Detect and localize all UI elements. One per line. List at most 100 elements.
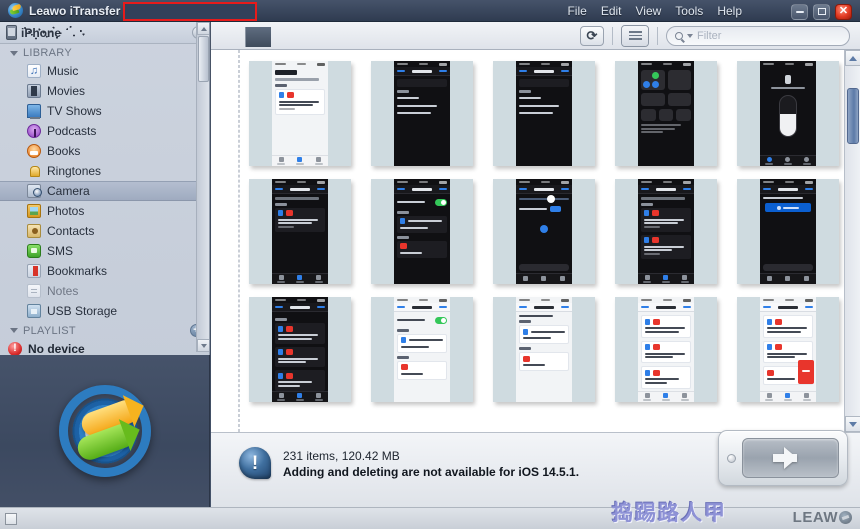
chevron-down-icon[interactable] [687,34,693,38]
content-scroll-thumb[interactable] [847,88,859,144]
sidebar-scroll-thumb[interactable] [198,36,209,82]
content-area [211,50,860,432]
sidebar-item-label: Photos [47,204,84,218]
iphone-icon [6,25,17,40]
view-mode-toggle [621,25,649,47]
refresh-button[interactable]: ⟳ [580,26,604,46]
error-icon: ! [8,342,22,356]
device-row[interactable]: iPhone [0,22,209,44]
thumbnail-item[interactable] [249,179,351,284]
transfer-button-screen [742,438,839,478]
sidebar-item-usb-storage[interactable]: USB Storage [0,301,209,321]
content-scrollbar[interactable] [844,50,860,432]
redaction-box [123,2,257,21]
scroll-down-icon[interactable] [845,416,860,432]
menu-item-view[interactable]: View [636,4,662,18]
sidebar-item-label: TV Shows [47,104,102,118]
sidebar-item-label: Contacts [47,224,94,238]
sidebar-item-label: Notes [47,284,78,298]
sidebar-item-photos[interactable]: Photos [0,201,209,221]
thumbnail-item[interactable] [371,179,473,284]
sidebar-item-label: Podcasts [47,124,96,138]
sidebar-item-podcasts[interactable]: Podcasts [0,121,209,141]
app-window: Leawo iTransfer File Edit View Tools Hel… [0,0,860,529]
sidebar-item-sms[interactable]: SMS [0,241,209,261]
leawo-brand-text: LEAW [793,509,838,526]
thumbnail-item[interactable] [249,297,351,402]
list-view-icon [629,29,642,42]
sidebar-item-label: Books [47,144,80,158]
sidebar-item-notes[interactable]: Notes [0,281,209,301]
sidebar-item-label: Movies [47,84,85,98]
app-title: Leawo iTransfer [29,4,120,18]
thumbnail-item[interactable] [615,297,717,402]
playlist-section-header[interactable]: PLAYLIST + [0,321,209,339]
info-icon: ! [239,447,271,479]
thumbnail-item[interactable] [371,61,473,166]
thumbnail-item[interactable] [615,179,717,284]
app-logo-icon [8,3,23,18]
library-section-header[interactable]: LIBRARY [0,44,209,61]
books-icon [27,144,41,158]
bottom-strip: 捣踢路人甲 LEAW [0,507,860,529]
sidebar-item-tv-shows[interactable]: TV Shows [0,101,209,121]
thumbnail-item[interactable] [737,297,839,402]
scroll-up-icon[interactable] [197,22,210,35]
thumbnail-item[interactable] [249,61,351,166]
sidebar-item-label: Bookmarks [47,264,107,278]
sidebar-item-label: USB Storage [47,304,117,318]
delete-action-icon [798,360,814,384]
thumbnail-item[interactable] [737,61,839,166]
library-header-label: LIBRARY [23,47,203,59]
toolbar: ⟳ Filter [211,22,860,50]
search-icon [675,32,683,40]
search-box[interactable]: Filter [666,26,850,46]
transfer-button[interactable] [718,430,848,486]
sidebar-item-contacts[interactable]: Contacts [0,221,209,241]
maximize-button[interactable] [813,4,830,20]
sidebar-scrollbar[interactable] [196,22,209,352]
podcast-icon [27,124,41,138]
thumbnail-item[interactable] [493,61,595,166]
sidebar-item-movies[interactable]: Movies [0,81,209,101]
menu-item-edit[interactable]: Edit [601,4,622,18]
photos-icon [27,204,41,218]
sidebar-item-ringtones[interactable]: Ringtones [0,161,209,181]
scroll-down-icon[interactable] [197,339,210,352]
brand-panel [0,355,210,507]
resize-grip-icon[interactable] [5,513,17,525]
sidebar-item-books[interactable]: Books [0,141,209,161]
sms-icon [27,244,41,258]
status-message: ! 231 items, 120.42 MB Adding and deleti… [239,447,579,479]
thumbnail-item[interactable] [615,61,717,166]
device-name-obfuscation [21,25,89,40]
ringtone-icon [27,164,41,178]
notice-label: Adding and deleting are not available fo… [283,465,579,479]
toolbar-separator [657,27,658,45]
search-placeholder: Filter [697,30,721,42]
thumbnail-item[interactable] [493,297,595,402]
leawo-brand-logo: LEAW [793,509,852,526]
thumbnail-item[interactable] [737,179,839,284]
sidebar-item-label: Camera [47,184,90,198]
menu-item-help[interactable]: Help [717,4,742,18]
chevron-down-icon [10,328,18,333]
menu-item-tools[interactable]: Tools [675,4,703,18]
thumbnail-item[interactable] [493,179,595,284]
minimize-button[interactable] [791,4,808,20]
sidebar-item-bookmarks[interactable]: Bookmarks [0,261,209,281]
title-bar: Leawo iTransfer File Edit View Tools Hel… [0,0,860,22]
menu-item-file[interactable]: File [567,4,586,18]
close-button[interactable]: ✕ [835,4,852,20]
scroll-up-icon[interactable] [845,50,860,66]
chevron-down-icon [10,51,18,56]
menu-bar: File Edit View Tools Help [567,0,742,22]
grid-gutter-line [239,50,240,432]
sidebar-item-camera[interactable]: Camera [0,181,209,201]
arrow-right-icon [784,447,797,469]
leawo-o-icon [839,511,852,524]
thumbnail-grid [245,55,843,432]
list-view-button[interactable] [622,26,648,46]
thumbnail-item[interactable] [371,297,473,402]
sidebar-item-music[interactable]: Music [0,61,209,81]
